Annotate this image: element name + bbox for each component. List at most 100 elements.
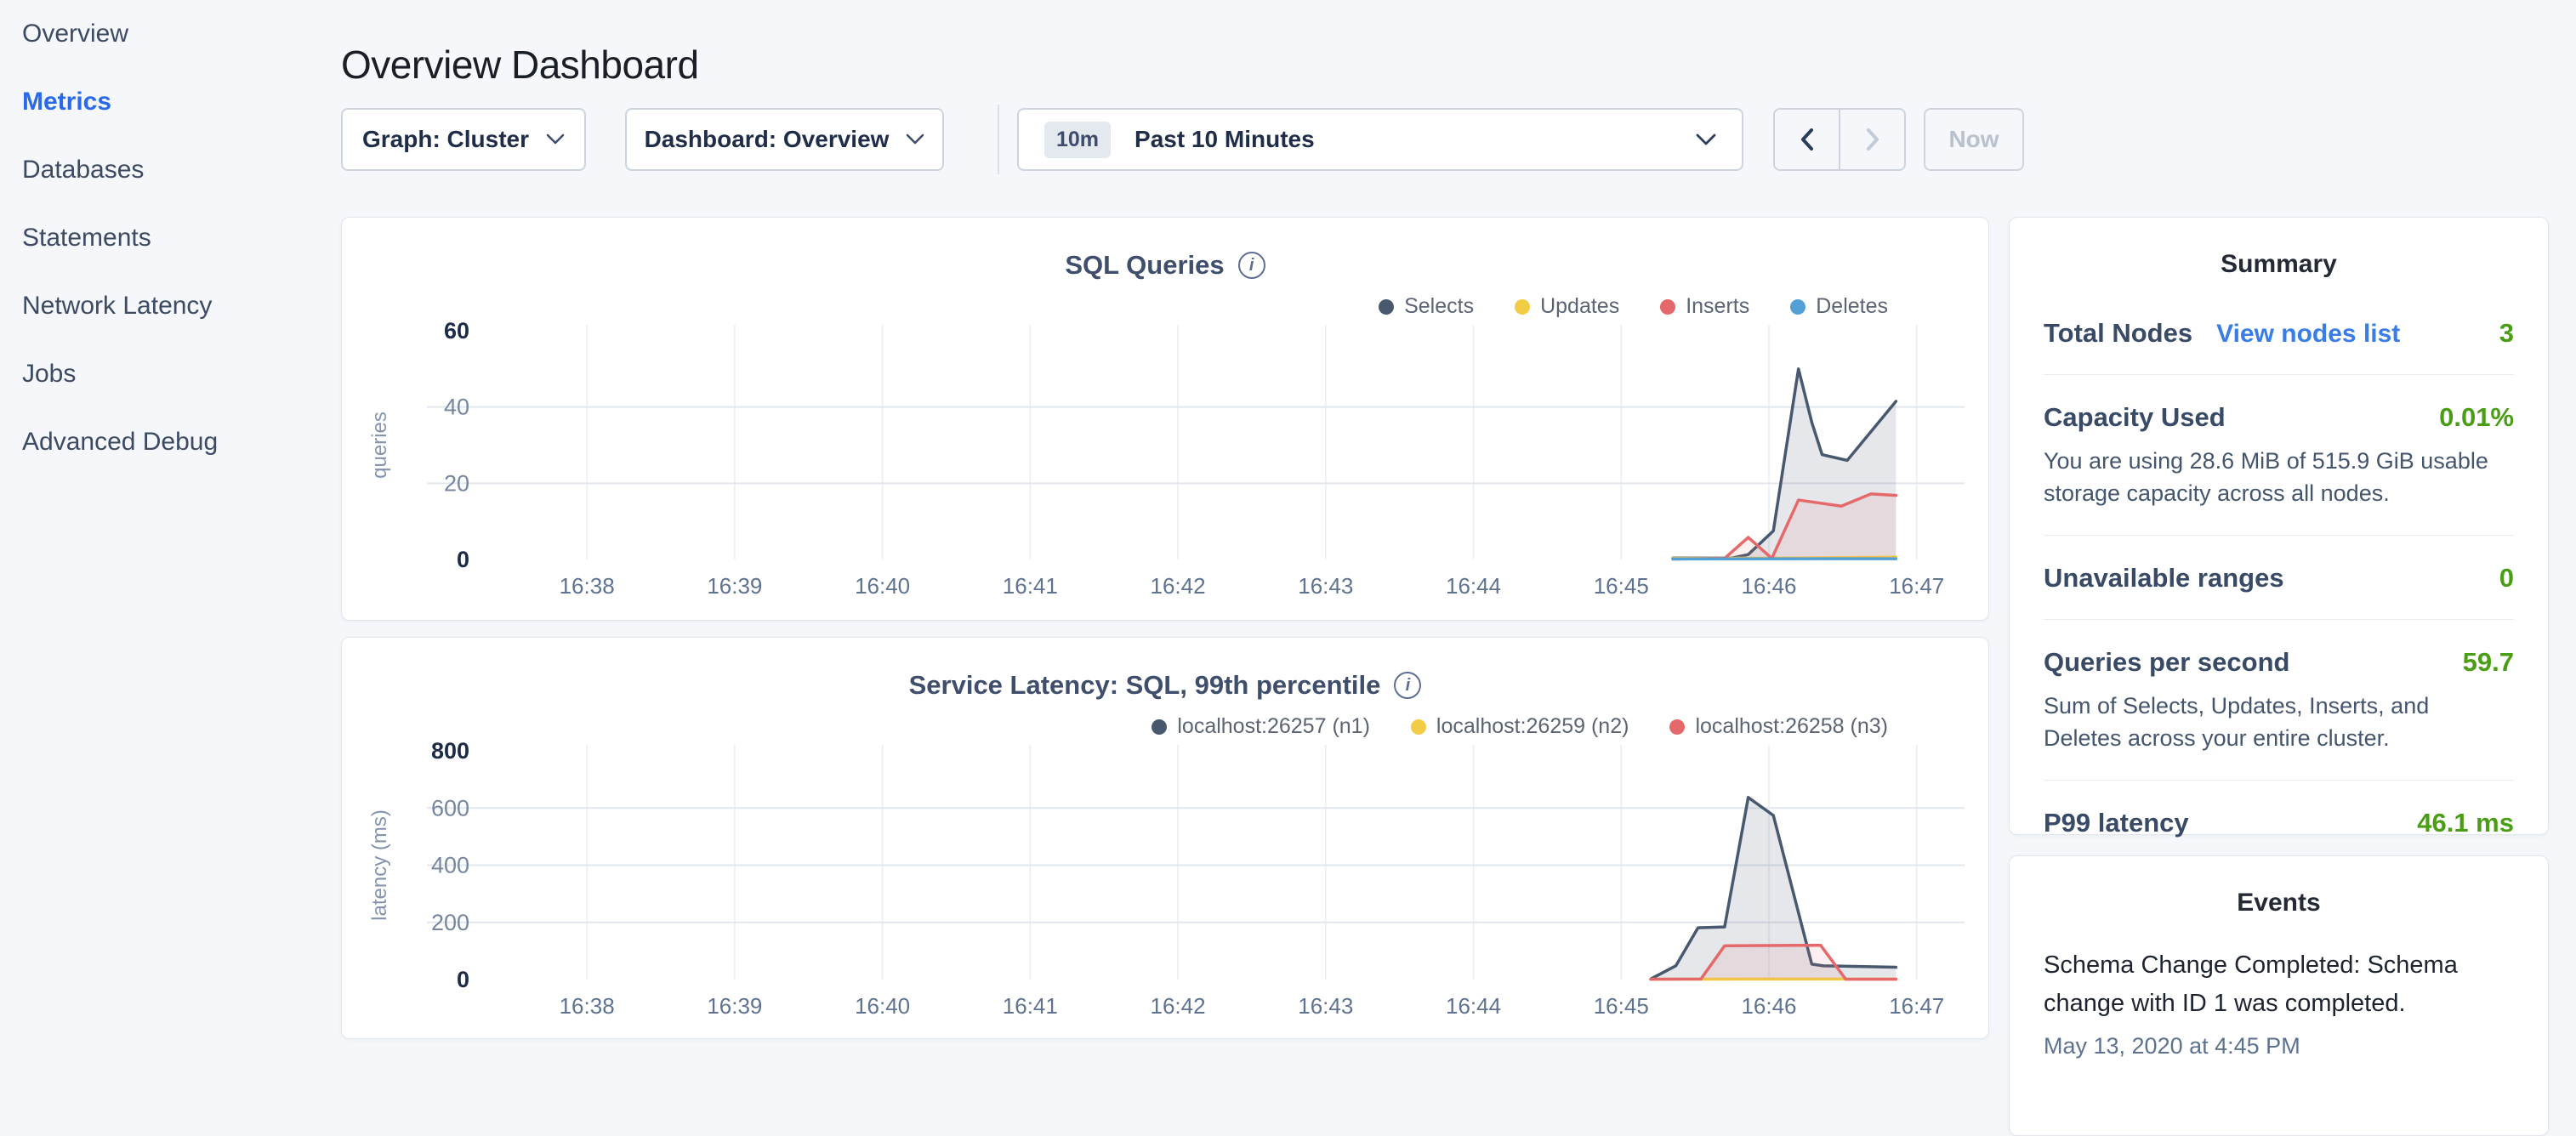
- events-title: Events: [2010, 856, 2548, 917]
- summary-label: Total Nodes: [2044, 318, 2192, 349]
- svg-text:400: 400: [431, 853, 469, 878]
- svg-text:16:40: 16:40: [855, 573, 910, 599]
- summary-value: 0.01%: [2439, 402, 2514, 433]
- sidebar-item-overview[interactable]: Overview: [0, 14, 323, 54]
- legend-label: Selects: [1404, 294, 1474, 319]
- summary-row-capacity-used: Capacity Used 0.01% You are using 28.6 M…: [2044, 375, 2514, 536]
- legend-label: localhost:26258 (n3): [1695, 714, 1888, 739]
- info-icon[interactable]: i: [1394, 672, 1421, 699]
- svg-text:60: 60: [444, 318, 469, 344]
- legend-item: Inserts: [1660, 294, 1749, 319]
- chart-title: Service Latency: SQL, 99th percentile: [909, 670, 1381, 701]
- summary-value: 0: [2499, 563, 2514, 594]
- legend-item: Deletes: [1790, 294, 1888, 319]
- events-panel: Events Schema Change Completed: Schema c…: [2009, 855, 2549, 1136]
- chart-title: SQL Queries: [1065, 250, 1224, 281]
- summary-title: Summary: [2010, 218, 2548, 279]
- time-range-label: Past 10 Minutes: [1134, 126, 1315, 153]
- svg-text:16:47: 16:47: [1889, 573, 1944, 599]
- svg-text:16:41: 16:41: [1003, 573, 1058, 599]
- svg-text:16:39: 16:39: [707, 993, 762, 1019]
- controls-bar: Graph: Cluster Dashboard: Overview 10m P…: [0, 108, 2576, 171]
- chevron-down-icon: [1696, 133, 1716, 146]
- time-pager: [1773, 108, 1906, 171]
- svg-text:16:45: 16:45: [1594, 573, 1649, 599]
- svg-text:latency (ms): latency (ms): [368, 809, 391, 921]
- next-time-button[interactable]: [1840, 110, 1904, 169]
- legend-dot-icon: [1515, 299, 1530, 315]
- sidebar-item-network-latency[interactable]: Network Latency: [0, 286, 323, 326]
- summary-value: 46.1 ms: [2417, 808, 2514, 838]
- previous-time-button[interactable]: [1775, 110, 1840, 169]
- svg-text:queries: queries: [368, 412, 391, 479]
- svg-text:16:46: 16:46: [1741, 573, 1796, 599]
- summary-description: Sum of Selects, Updates, Inserts, and De…: [2044, 690, 2494, 754]
- legend-item: localhost:26258 (n3): [1669, 714, 1888, 739]
- sql-queries-chart[interactable]: 16:3816:3916:4016:4116:4216:4316:4416:45…: [342, 316, 1990, 616]
- summary-row-total-nodes: Total Nodes View nodes list 3: [2044, 291, 2514, 375]
- svg-text:16:45: 16:45: [1594, 993, 1649, 1019]
- legend-dot-icon: [1790, 299, 1805, 315]
- chart-legend: localhost:26257 (n1) localhost:26259 (n2)…: [1152, 714, 1888, 739]
- svg-text:16:42: 16:42: [1151, 993, 1206, 1019]
- chart-legend: Selects Updates Inserts Deletes: [1379, 294, 1888, 319]
- legend-label: localhost:26257 (n1): [1177, 714, 1370, 739]
- sql-queries-chart-card: SQL Queries i Selects Updates Inserts Delet…: [341, 217, 1989, 621]
- sidebar-item-jobs[interactable]: Jobs: [0, 354, 323, 394]
- svg-text:0: 0: [457, 547, 469, 572]
- svg-text:800: 800: [431, 738, 469, 764]
- legend-dot-icon: [1411, 719, 1426, 735]
- svg-text:0: 0: [457, 967, 469, 992]
- legend-dot-icon: [1660, 299, 1675, 315]
- summary-label: P99 latency: [2044, 808, 2189, 838]
- sidebar-item-statements[interactable]: Statements: [0, 218, 323, 258]
- chevron-down-icon: [906, 133, 924, 145]
- legend-item: Selects: [1379, 294, 1474, 319]
- summary-panel: Summary Total Nodes View nodes list 3 Ca…: [2009, 217, 2549, 835]
- svg-text:16:39: 16:39: [707, 573, 762, 599]
- svg-text:16:44: 16:44: [1446, 573, 1501, 599]
- summary-row-p99-latency: P99 latency 46.1 ms: [2044, 781, 2514, 864]
- legend-dot-icon: [1669, 719, 1685, 735]
- service-latency-chart[interactable]: 16:3816:3916:4016:4116:4216:4316:4416:45…: [342, 736, 1990, 1036]
- svg-text:16:43: 16:43: [1298, 573, 1353, 599]
- summary-description: You are using 28.6 MiB of 515.9 GiB usab…: [2044, 445, 2494, 509]
- svg-text:16:38: 16:38: [560, 993, 615, 1019]
- event-timestamp: May 13, 2020 at 4:45 PM: [2044, 1033, 2514, 1059]
- svg-text:40: 40: [444, 395, 469, 420]
- time-range-dropdown[interactable]: 10m Past 10 Minutes: [1017, 108, 1743, 171]
- summary-label: Unavailable ranges: [2044, 563, 2284, 594]
- dashboard-dropdown-label: Dashboard: Overview: [645, 126, 890, 153]
- overview-dashboard-page: { "page": { "title": "Overview Dashboard…: [0, 0, 2576, 1051]
- now-button[interactable]: Now: [1924, 108, 2024, 171]
- legend-item: Updates: [1515, 294, 1619, 319]
- chart-plot-area[interactable]: 16:3816:3916:4016:4116:4216:4316:4416:45…: [342, 316, 1990, 616]
- summary-value: 59.7: [2463, 647, 2514, 678]
- svg-text:200: 200: [431, 910, 469, 935]
- legend-label: Deletes: [1816, 294, 1888, 319]
- chart-plot-area[interactable]: 16:3816:3916:4016:4116:4216:4316:4416:45…: [342, 736, 1990, 1036]
- svg-text:16:43: 16:43: [1298, 993, 1353, 1019]
- svg-text:20: 20: [444, 470, 469, 496]
- svg-text:16:44: 16:44: [1446, 993, 1501, 1019]
- graph-dropdown[interactable]: Graph: Cluster: [341, 108, 586, 171]
- page-title: Overview Dashboard: [341, 42, 699, 88]
- controls-divider: [998, 105, 999, 174]
- legend-dot-icon: [1152, 719, 1167, 735]
- view-nodes-list-link[interactable]: View nodes list: [2216, 320, 2400, 349]
- legend-label: Inserts: [1686, 294, 1749, 319]
- svg-text:16:40: 16:40: [855, 993, 910, 1019]
- svg-text:16:46: 16:46: [1741, 993, 1796, 1019]
- sidebar-item-advanced-debug[interactable]: Advanced Debug: [0, 422, 323, 462]
- dashboard-dropdown[interactable]: Dashboard: Overview: [625, 108, 944, 171]
- chevron-down-icon: [546, 133, 565, 145]
- summary-row-queries-per-second: Queries per second 59.7 Sum of Selects, …: [2044, 620, 2514, 781]
- svg-text:600: 600: [431, 795, 469, 821]
- info-icon[interactable]: i: [1238, 252, 1265, 279]
- chevron-right-icon: [1863, 127, 1882, 152]
- sidebar: Overview Metrics Databases Statements Ne…: [0, 0, 323, 490]
- time-range-badge: 10m: [1044, 122, 1111, 158]
- legend-item: localhost:26259 (n2): [1411, 714, 1629, 739]
- svg-text:16:47: 16:47: [1889, 993, 1944, 1019]
- svg-text:16:42: 16:42: [1151, 573, 1206, 599]
